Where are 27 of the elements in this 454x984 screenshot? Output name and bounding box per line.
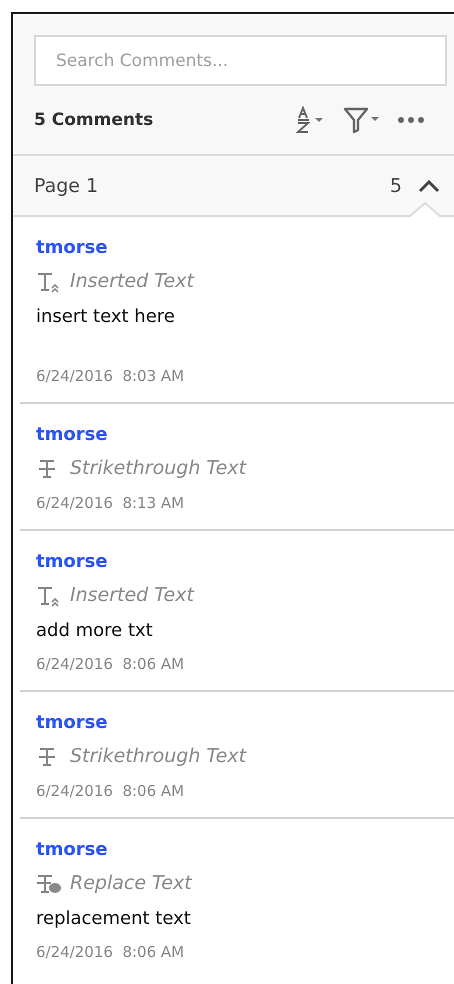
author-name: tmorse xyxy=(36,423,109,447)
more-button[interactable] xyxy=(397,115,425,125)
annotation-type: Strikethrough Text xyxy=(70,456,246,481)
annotation-type: Inserted Text xyxy=(70,583,194,608)
comment-text: replacement text xyxy=(36,907,192,931)
comment-count: 5 Comments xyxy=(34,110,154,130)
page-label: Page 1 xyxy=(34,174,100,196)
author-name: tmorse xyxy=(36,236,109,260)
search-field[interactable]: Search Comments... xyxy=(34,35,447,86)
comment-date: 6/24/2016 8:06 AM xyxy=(36,654,186,675)
author-name: tmorse xyxy=(36,838,109,862)
page-comment-count: 5 xyxy=(390,174,402,196)
comment-date: 6/24/2016 8:06 AM xyxy=(36,942,186,963)
comment-text: add more txt xyxy=(36,619,154,643)
comment-text: insert text here xyxy=(36,305,176,329)
replace-text-icon xyxy=(36,872,62,894)
chevron-icon xyxy=(418,178,440,192)
annotation-type: Replace Text xyxy=(70,871,192,896)
more-icon xyxy=(397,115,425,125)
author-name: tmorse xyxy=(36,550,109,574)
comment-date: 6/24/2016 8:06 AM xyxy=(36,781,186,802)
comment-date: 6/24/2016 8:13 AM xyxy=(36,493,186,514)
comment-date: 6/24/2016 8:03 AM xyxy=(36,366,186,387)
annotation-type: Strikethrough Text xyxy=(70,744,246,769)
collapse-button[interactable] xyxy=(418,178,440,192)
author-name: tmorse xyxy=(36,711,109,735)
annotation-type: Inserted Text xyxy=(70,269,194,294)
